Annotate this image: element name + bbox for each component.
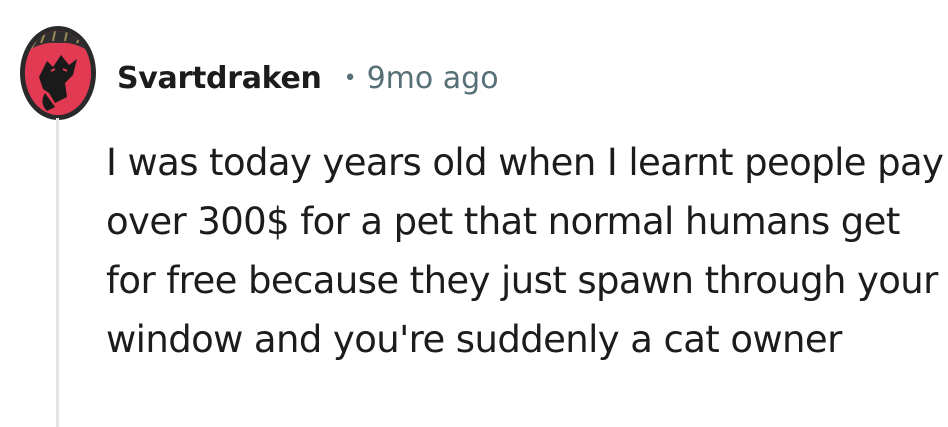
user-avatar[interactable] [20,26,96,120]
separator-dot: • [343,65,357,91]
comment-body: I was today years old when I learnt peop… [106,133,948,369]
thread-line[interactable] [56,118,59,427]
timestamp[interactable]: 9mo ago [367,61,499,96]
comment: Svartdraken • 9mo ago I was today years … [0,0,948,427]
comment-meta: Svartdraken • 9mo ago [117,54,499,102]
comment-text: I was today years old when I learnt peop… [106,141,944,361]
username[interactable]: Svartdraken [117,61,322,96]
dragon-avatar-icon [25,31,91,115]
